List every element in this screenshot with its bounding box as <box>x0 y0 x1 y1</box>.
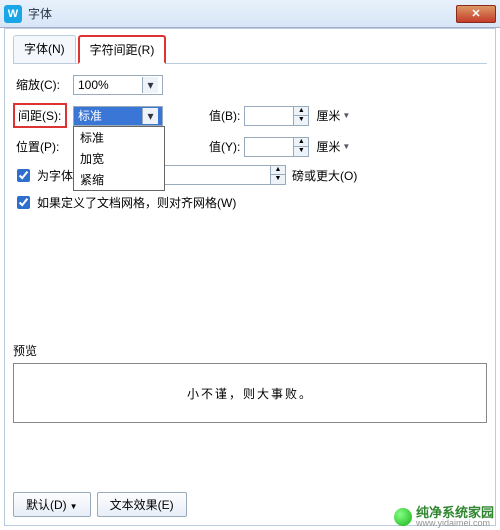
kerning-checkbox-input[interactable] <box>17 169 30 182</box>
dialog-footer: 默认(D)▼ 文本效果(E) <box>13 492 487 517</box>
chevron-down-icon: ▼ <box>342 142 350 151</box>
value-b-unit[interactable]: 厘米▼ <box>313 106 353 126</box>
scale-combo[interactable]: 100% ▾ <box>73 75 163 95</box>
value-y-spinner[interactable]: ▲▼ <box>244 137 309 157</box>
spin-up-icon[interactable]: ▲ <box>294 107 308 116</box>
chevron-down-icon: ▾ <box>142 108 158 124</box>
preview-label: 预览 <box>13 342 487 359</box>
value-b-label: 值(B): <box>209 107 240 124</box>
value-b-input[interactable] <box>244 106 294 126</box>
spin-down-icon[interactable]: ▼ <box>294 147 308 156</box>
tab-strip: 字体(N) 字符间距(R) <box>13 35 487 64</box>
snap-checkbox[interactable]: 如果定义了文档网格，则对齐网格(W) <box>13 193 236 212</box>
spacing-dropdown: 标准 加宽 紧缩 <box>73 126 165 191</box>
spacing-option-standard[interactable]: 标准 <box>74 127 164 148</box>
kerning-label: 为字体 <box>37 167 73 184</box>
app-icon: W <box>4 5 22 23</box>
scale-value: 100% <box>78 78 109 92</box>
close-button[interactable]: ✕ <box>456 5 496 23</box>
preview-text: 小不谨，则大事败。 <box>187 385 313 402</box>
default-button[interactable]: 默认(D)▼ <box>13 492 91 517</box>
titlebar: W 字体 ✕ <box>0 0 500 28</box>
spin-down-icon[interactable]: ▼ <box>271 175 285 184</box>
position-label: 位置(P): <box>13 136 67 157</box>
spacing-label: 间距(S): <box>13 103 67 128</box>
value-y-label: 值(Y): <box>209 138 240 155</box>
dialog-body: 字体(N) 字符间距(R) 缩放(C): 100% ▾ 间距(S): 标准 ▾ … <box>4 28 496 526</box>
snap-label: 如果定义了文档网格，则对齐网格(W) <box>37 194 236 211</box>
spacing-option-expanded[interactable]: 加宽 <box>74 148 164 169</box>
chevron-down-icon: ▼ <box>70 502 78 511</box>
kerning-checkbox[interactable]: 为字体 <box>13 166 73 185</box>
value-y-unit[interactable]: 厘米▼ <box>313 137 353 157</box>
snap-checkbox-input[interactable] <box>17 196 30 209</box>
value-y-input[interactable] <box>244 137 294 157</box>
kerning-suffix: 磅或更大(O) <box>292 167 357 184</box>
scale-label: 缩放(C): <box>13 74 67 95</box>
tab-char-spacing[interactable]: 字符间距(R) <box>78 35 167 64</box>
spin-up-icon[interactable]: ▲ <box>271 166 285 175</box>
value-b-spinner[interactable]: ▲▼ <box>244 106 309 126</box>
preview-box: 小不谨，则大事败。 <box>13 363 487 423</box>
text-effect-button[interactable]: 文本效果(E) <box>97 492 187 517</box>
chevron-down-icon: ▾ <box>142 77 158 93</box>
spacing-value: 标准 <box>78 107 102 124</box>
window-title: 字体 <box>28 5 456 22</box>
spacing-combo[interactable]: 标准 ▾ 标准 加宽 紧缩 <box>73 106 163 126</box>
chevron-down-icon: ▼ <box>342 111 350 120</box>
spin-up-icon[interactable]: ▲ <box>294 138 308 147</box>
spacing-option-condensed[interactable]: 紧缩 <box>74 169 164 190</box>
spin-down-icon[interactable]: ▼ <box>294 116 308 125</box>
tab-font[interactable]: 字体(N) <box>13 35 76 63</box>
